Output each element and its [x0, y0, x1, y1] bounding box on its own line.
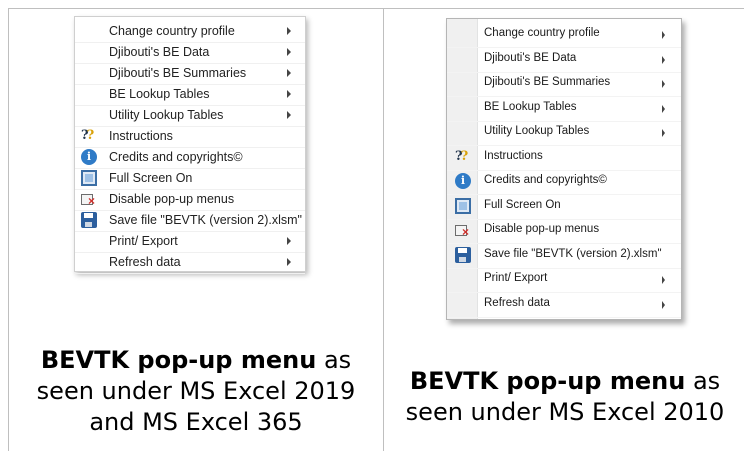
menu-item[interactable]: Save file "BEVTK (version 2).xlsm" — [447, 243, 681, 269]
submenu-arrow-icon — [287, 27, 291, 35]
submenu-arrow-icon — [662, 80, 665, 88]
fullscreen-icon — [81, 170, 97, 186]
menu-item[interactable]: Djibouti's BE Data — [447, 47, 681, 73]
info-icon: i — [81, 149, 97, 165]
disable-menu-icon: × — [81, 191, 97, 207]
menu-item-label: Credits and copyrights© — [484, 174, 607, 186]
submenu-arrow-icon — [662, 55, 665, 64]
menu-item[interactable]: Full Screen On — [75, 167, 305, 190]
menu-item-label: Full Screen On — [109, 171, 193, 185]
submenu-arrow-icon — [287, 48, 291, 56]
menu-item[interactable]: Print/ Export — [75, 230, 305, 253]
menu-item-label: Change country profile — [484, 27, 600, 39]
menu-item-label: Print/ Export — [109, 234, 178, 248]
menu-item[interactable]: BE Lookup Tables — [447, 96, 681, 122]
disable-menu-icon: × — [455, 222, 471, 238]
caption-excel-2019: BEVTK pop-up menu as seen under MS Excel… — [12, 345, 380, 438]
popup-menu-excel-2010: Change country profile Djibouti's BE Data… — [446, 18, 682, 320]
menu-item[interactable]: Save file "BEVTK (version 2).xlsm" — [75, 209, 305, 232]
help-icon: ?? — [81, 128, 94, 143]
menu-item[interactable]: Change country profile — [75, 20, 305, 43]
save-icon — [81, 212, 97, 228]
menu-item-label: Utility Lookup Tables — [484, 125, 590, 137]
menu-item[interactable]: i Credits and copyrights© — [447, 169, 681, 195]
menu-item-label: Disable pop-up menus — [484, 223, 600, 235]
menu-item-label: Djibouti's BE Summaries — [109, 66, 247, 80]
help-icon: ?? — [455, 148, 468, 164]
menu-item[interactable]: × Disable pop-up menus — [75, 188, 305, 211]
menu-item[interactable]: i Credits and copyrights© — [75, 146, 305, 169]
submenu-arrow-icon — [287, 90, 291, 98]
menu-item-label: Djibouti's BE Summaries — [484, 76, 611, 88]
menu-item-label: Refresh data — [109, 255, 181, 269]
menu-item-label: BE Lookup Tables — [484, 100, 577, 113]
caption-left-bold: BEVTK pop-up menu — [40, 346, 317, 374]
menu-item-label: Instructions — [484, 149, 543, 162]
caption-excel-2010: BEVTK pop-up menu as seen under MS Excel… — [386, 366, 744, 428]
menu-item[interactable]: Utility Lookup Tables — [447, 120, 681, 146]
menu-item-label: Credits and copyrights© — [109, 150, 243, 164]
menu-item-label: Full Screen On — [484, 198, 561, 211]
menu-item-label: Utility Lookup Tables — [109, 108, 224, 122]
menu-item[interactable]: × Disable pop-up menus — [447, 218, 681, 244]
fullscreen-icon — [455, 197, 471, 214]
menu-item[interactable]: Utility Lookup Tables — [75, 104, 305, 127]
menu-item-label: Save file "BEVTK (version 2).xlsm" — [484, 247, 662, 260]
submenu-arrow-icon — [662, 129, 665, 137]
submenu-arrow-icon — [287, 69, 291, 77]
menu-item-label: BE Lookup Tables — [109, 87, 210, 101]
menu-item[interactable]: Djibouti's BE Summaries — [447, 71, 681, 97]
submenu-arrow-icon — [287, 237, 291, 245]
menu-item[interactable]: ?? Instructions — [447, 145, 681, 171]
menu-item[interactable]: Print/ Export — [447, 267, 681, 293]
menu-item[interactable]: ?? Instructions — [75, 125, 305, 148]
menu-item-label: Print/ Export — [484, 272, 548, 284]
submenu-arrow-icon — [287, 258, 291, 266]
menu-item-label: Instructions — [109, 129, 173, 143]
table-left-border — [8, 8, 9, 451]
menu-item[interactable]: Full Screen On — [447, 194, 681, 220]
menu-item-label: Djibouti's BE Data — [109, 45, 210, 59]
menu-item-label: Djibouti's BE Data — [484, 51, 577, 64]
menu-item[interactable]: Refresh data — [75, 251, 305, 274]
popup-menu-excel-2019: Change country profile Djibouti's BE Data… — [74, 16, 306, 274]
menu-item[interactable]: Change country profile — [447, 22, 681, 48]
menu-item-label: Change country profile — [109, 24, 235, 38]
info-icon: i — [455, 173, 471, 189]
table-top-border — [8, 8, 744, 9]
save-icon — [455, 246, 471, 263]
submenu-arrow-icon — [662, 276, 665, 284]
submenu-arrow-icon — [287, 111, 291, 119]
menu-item-label: Save file "BEVTK (version 2).xlsm" — [109, 213, 302, 227]
menu-item[interactable]: Djibouti's BE Summaries — [75, 62, 305, 85]
submenu-arrow-icon — [662, 104, 665, 113]
menu-item-label: Refresh data — [484, 296, 550, 309]
caption-right-bold: BEVTK pop-up menu — [409, 367, 686, 395]
submenu-arrow-icon — [662, 31, 665, 39]
menu-item[interactable]: Djibouti's BE Data — [75, 41, 305, 64]
submenu-arrow-icon — [662, 300, 665, 309]
table-column-divider — [383, 8, 384, 451]
menu-item[interactable]: BE Lookup Tables — [75, 83, 305, 106]
menu-item[interactable]: Refresh data — [447, 292, 681, 318]
menu-item-label: Disable pop-up menus — [109, 192, 235, 206]
